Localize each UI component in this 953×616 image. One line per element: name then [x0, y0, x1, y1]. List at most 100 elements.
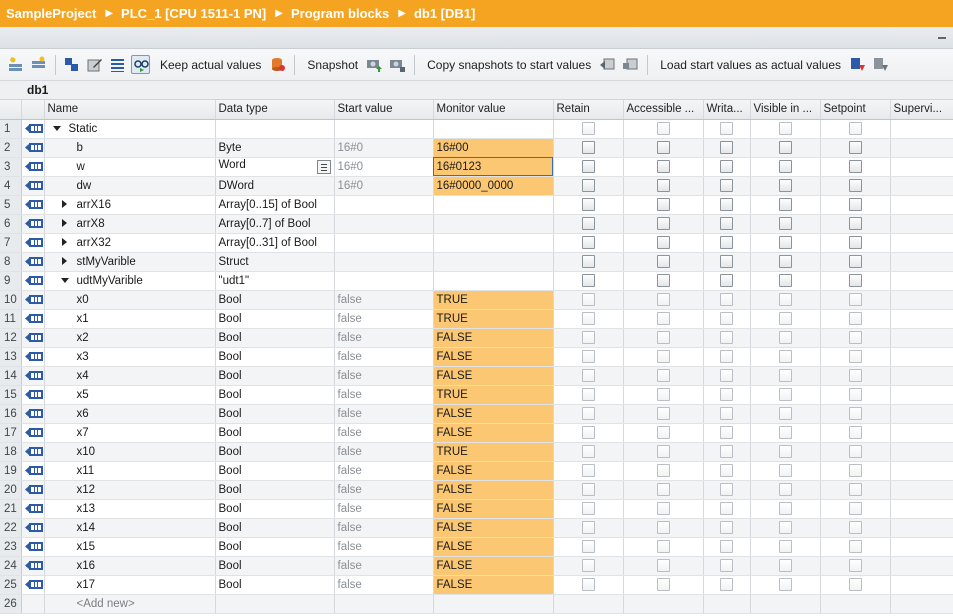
setpoint-checkbox[interactable] [848, 369, 862, 382]
table-row[interactable]: 23 x15 Bool false FALSE [0, 537, 953, 557]
setpoint-checkbox[interactable] [848, 502, 862, 515]
visible-cell[interactable] [750, 442, 821, 462]
supervision-cell[interactable] [890, 404, 953, 424]
row-number[interactable]: 5 [0, 195, 22, 215]
setpoint-checkbox[interactable] [848, 578, 862, 591]
writable-checkbox[interactable] [720, 388, 733, 401]
visible-checkbox[interactable] [778, 217, 792, 230]
supervision-cell[interactable] [890, 423, 953, 443]
retain-cell[interactable] [553, 518, 624, 538]
writable-checkbox[interactable] [720, 274, 733, 287]
row-number[interactable]: 22 [0, 518, 22, 538]
data-type-cell[interactable]: Array[0..31] of Bool [215, 233, 335, 253]
accessible-checkbox[interactable] [656, 331, 670, 344]
setpoint-checkbox[interactable] [848, 521, 862, 534]
visible-cell[interactable] [750, 594, 821, 614]
row-number[interactable]: 15 [0, 385, 22, 405]
data-type-cell[interactable]: Bool [215, 575, 335, 595]
retain-cell[interactable] [553, 157, 624, 177]
name-cell[interactable]: x11 [44, 461, 216, 481]
accessible-checkbox[interactable] [656, 578, 670, 591]
table-row[interactable]: 17 x7 Bool false FALSE [0, 423, 953, 443]
visible-checkbox[interactable] [778, 464, 792, 477]
start-value-cell[interactable] [334, 195, 434, 215]
writable-checkbox[interactable] [720, 141, 733, 154]
setpoint-checkbox[interactable] [848, 331, 862, 344]
writable-checkbox[interactable] [720, 426, 733, 439]
start-value-cell[interactable]: false [334, 518, 434, 538]
row-number[interactable]: 1 [0, 119, 22, 139]
accessible-cell[interactable] [623, 290, 704, 310]
visible-checkbox[interactable] [778, 141, 792, 154]
visible-cell[interactable] [750, 119, 821, 139]
monitor-value-cell[interactable]: FALSE [433, 499, 554, 519]
accessible-cell[interactable] [623, 442, 704, 462]
writable-cell[interactable] [703, 594, 751, 614]
data-type-cell[interactable]: Array[0..7] of Bool [215, 214, 335, 234]
writable-checkbox[interactable] [720, 293, 733, 306]
writable-cell[interactable] [703, 290, 751, 310]
row-number[interactable]: 24 [0, 556, 22, 576]
accessible-checkbox[interactable] [656, 483, 670, 496]
accessible-cell[interactable] [623, 347, 704, 367]
supervision-cell[interactable] [890, 309, 953, 329]
writable-cell[interactable] [703, 252, 751, 272]
row-number[interactable]: 6 [0, 214, 22, 234]
row-number[interactable]: 11 [0, 309, 22, 329]
retain-checkbox[interactable] [581, 293, 595, 306]
row-number[interactable]: 13 [0, 347, 22, 367]
load-start-values-label[interactable]: Load start values as actual values [660, 58, 841, 72]
setpoint-cell[interactable] [820, 252, 891, 272]
setpoint-checkbox[interactable] [848, 540, 862, 553]
supervision-cell[interactable] [890, 252, 953, 272]
writable-cell[interactable] [703, 442, 751, 462]
name-cell[interactable]: x14 [44, 518, 216, 538]
writable-cell[interactable] [703, 214, 751, 234]
retain-checkbox[interactable] [581, 312, 595, 325]
visible-checkbox[interactable] [778, 502, 792, 515]
data-type-cell[interactable]: DWord [215, 176, 335, 196]
data-type-cell[interactable]: Bool [215, 556, 335, 576]
accessible-checkbox[interactable] [656, 521, 670, 534]
retain-checkbox[interactable] [581, 179, 595, 192]
row-number[interactable]: 17 [0, 423, 22, 443]
edit-icon[interactable] [85, 55, 104, 74]
supervision-cell[interactable] [890, 271, 953, 291]
setpoint-cell[interactable] [820, 423, 891, 443]
visible-checkbox[interactable] [778, 255, 792, 268]
visible-checkbox[interactable] [778, 521, 792, 534]
column-header-accessible[interactable]: Accessible ... [623, 100, 704, 120]
monitor-value-cell[interactable]: 16#0123 [433, 157, 554, 177]
table-row[interactable]: 5 arrX16 Array[0..15] of Bool [0, 195, 953, 215]
setpoint-checkbox[interactable] [848, 160, 862, 173]
row-number[interactable]: 16 [0, 404, 22, 424]
writable-checkbox[interactable] [720, 502, 733, 515]
supervision-cell[interactable] [890, 556, 953, 576]
supervision-cell[interactable] [890, 594, 953, 614]
name-cell[interactable]: arrX32 [44, 233, 216, 253]
accessible-cell[interactable] [623, 195, 704, 215]
row-number[interactable]: 7 [0, 233, 22, 253]
column-header-writable[interactable]: Writa... [703, 100, 751, 120]
visible-cell[interactable] [750, 138, 821, 158]
retain-cell[interactable] [553, 423, 624, 443]
accessible-cell[interactable] [623, 423, 704, 443]
writable-checkbox[interactable] [720, 483, 733, 496]
table-row[interactable]: 10 x0 Bool false TRUE [0, 290, 953, 310]
writable-cell[interactable] [703, 176, 751, 196]
accessible-checkbox[interactable] [656, 426, 670, 439]
accessible-cell[interactable] [623, 214, 704, 234]
name-cell[interactable]: arrX16 [44, 195, 216, 215]
monitor-value-cell[interactable]: FALSE [433, 556, 554, 576]
accessible-checkbox[interactable] [656, 255, 670, 268]
row-number[interactable]: 3 [0, 157, 22, 177]
start-value-cell[interactable]: false [334, 366, 434, 386]
retain-cell[interactable] [553, 594, 624, 614]
writable-checkbox[interactable] [720, 464, 733, 477]
monitor-value-cell[interactable]: FALSE [433, 347, 554, 367]
visible-cell[interactable] [750, 214, 821, 234]
retain-cell[interactable] [553, 176, 624, 196]
monitor-value-cell[interactable] [433, 271, 554, 291]
visible-checkbox[interactable] [778, 483, 792, 496]
setpoint-checkbox[interactable] [848, 217, 862, 230]
